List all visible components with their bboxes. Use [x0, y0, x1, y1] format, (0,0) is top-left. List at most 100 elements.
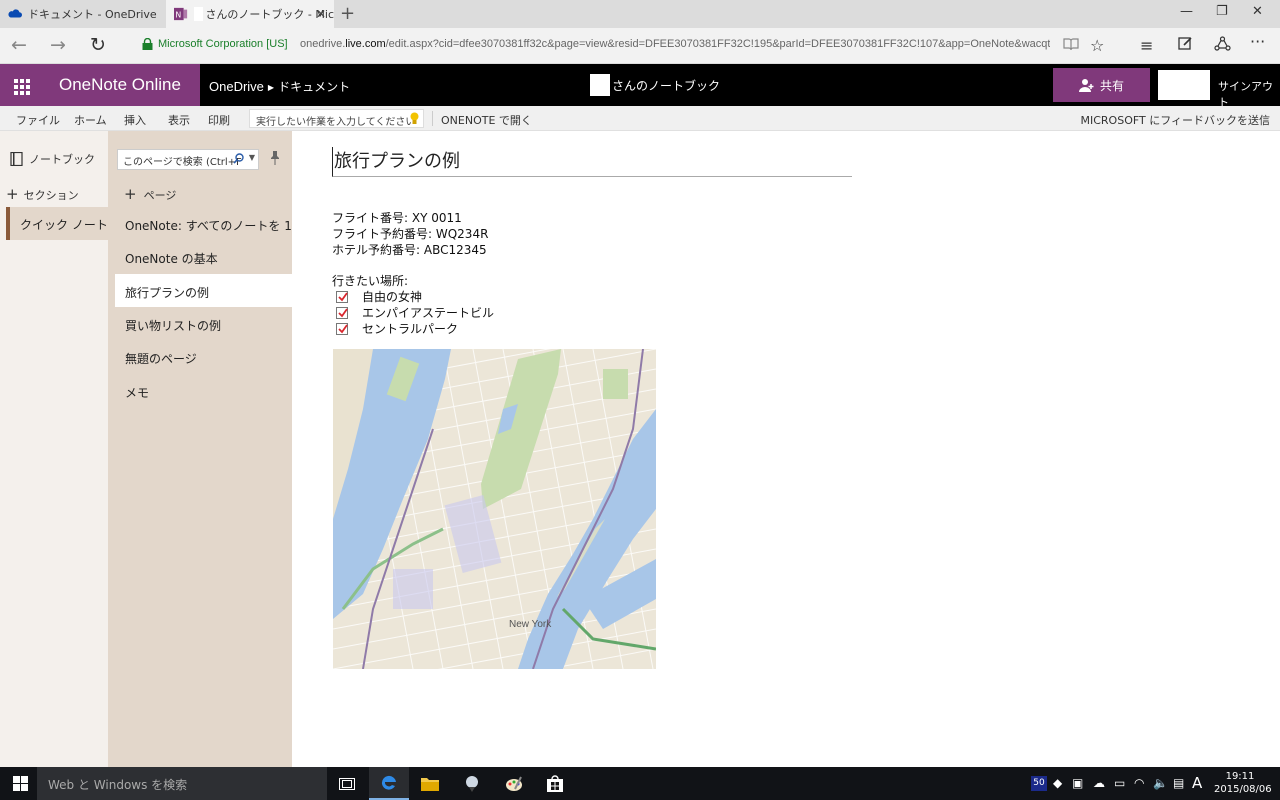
- tell-me-input[interactable]: 実行したい作業を入力してください: [249, 109, 424, 128]
- page-item-active[interactable]: 旅行プランの例: [115, 274, 292, 307]
- breadcrumb-onedrive[interactable]: OneDrive: [209, 79, 264, 94]
- flight-booking-number[interactable]: フライト予約番号: WQ234R: [332, 225, 488, 242]
- breadcrumb: OneDrive ▶ ドキュメント: [209, 78, 350, 95]
- ribbon: ファイル ホーム 挿入 表示 印刷 実行したい作業を入力してください ONENO…: [0, 106, 1280, 131]
- back-arrow-icon[interactable]: ←: [11, 34, 27, 56]
- new-york-map-image[interactable]: New York: [333, 349, 656, 669]
- windows-taskbar: Web と Windows を検索 50 ◆ ▣ ☁ ▭ ◠ 🔈 ▤ A 19:…: [0, 767, 1280, 800]
- new-tab-icon[interactable]: +: [340, 3, 355, 24]
- todo-item[interactable]: 自由の女神: [336, 288, 422, 305]
- todo-item[interactable]: セントラルパーク: [336, 320, 458, 337]
- notifications-icon[interactable]: ▤: [1173, 776, 1184, 790]
- refresh-icon[interactable]: ↻: [90, 34, 106, 56]
- tab-insert[interactable]: 挿入: [124, 112, 146, 128]
- feedback-link[interactable]: MICROSOFT にフィードバックを送信: [1081, 112, 1271, 128]
- page-item[interactable]: OneNote の基本: [115, 240, 292, 273]
- notebooks-button[interactable]: ノートブック: [10, 151, 95, 167]
- add-person-icon: [1078, 79, 1094, 92]
- section-quick-notes[interactable]: クイック ノート: [6, 207, 108, 240]
- checkmark-icon: [338, 323, 348, 333]
- todo-item[interactable]: エンパイアステートビル: [336, 304, 494, 321]
- open-in-onenote-button[interactable]: ONENOTE で開く: [441, 112, 532, 128]
- page-search-input[interactable]: このページで検索 (Ctrl+F ▼: [117, 149, 259, 170]
- notebook-pane: ノートブック + セクション クイック ノート: [0, 131, 108, 767]
- notebook-icon: [10, 152, 23, 166]
- add-section-label: セクション: [23, 189, 79, 202]
- battery-icon[interactable]: ▭: [1114, 776, 1125, 790]
- breadcrumb-chevron-icon: ▶: [267, 83, 275, 92]
- tab-title: さんのノートブック - Mic: [205, 8, 334, 21]
- lightbulb-icon: [410, 112, 419, 124]
- breadcrumb-documents[interactable]: ドキュメント: [278, 80, 350, 94]
- checkbox[interactable]: [336, 322, 348, 335]
- paint-app-icon[interactable]: [494, 767, 534, 800]
- favorite-star-icon[interactable]: ☆: [1090, 36, 1104, 55]
- browser-tab-onedrive[interactable]: ドキュメント - OneDrive: [0, 0, 166, 28]
- store-icon[interactable]: [535, 767, 575, 800]
- url-field[interactable]: onedrive.live.com/edit.aspx?cid=dfee3070…: [300, 38, 1050, 50]
- file-explorer-icon[interactable]: [410, 767, 450, 800]
- pin-icon[interactable]: [270, 151, 280, 165]
- clock[interactable]: 19:11 2015/08/06: [1214, 770, 1272, 796]
- tray-diamond-icon[interactable]: ◆: [1053, 776, 1062, 790]
- taskbar-search-input[interactable]: Web と Windows を検索: [37, 767, 327, 800]
- web-note-icon[interactable]: [1178, 36, 1193, 55]
- tab-file[interactable]: ファイル: [16, 112, 60, 128]
- more-icon[interactable]: ···: [1250, 32, 1265, 51]
- page-item[interactable]: 無題のページ: [115, 340, 292, 373]
- browser-tab-strip: ドキュメント - OneDrive N さんのノートブック - Mic ✕ + …: [0, 0, 1280, 28]
- onedrive-tray-icon[interactable]: ☁: [1093, 776, 1105, 790]
- wifi-icon[interactable]: ◠: [1134, 776, 1144, 790]
- page-item[interactable]: メモ: [115, 374, 292, 407]
- checkmark-icon: [338, 291, 348, 301]
- plus-icon: +: [124, 185, 137, 203]
- ime-indicator[interactable]: A: [1192, 774, 1202, 792]
- tray-badge-icon[interactable]: 50: [1031, 776, 1047, 791]
- tab-print[interactable]: 印刷: [208, 112, 230, 128]
- places-heading[interactable]: 行きたい場所:: [332, 272, 408, 289]
- page-title[interactable]: 旅行プランの例: [332, 147, 852, 177]
- tab-home[interactable]: ホーム: [74, 112, 107, 128]
- page-item[interactable]: 買い物リストの例: [115, 307, 292, 340]
- forward-arrow-icon[interactable]: →: [50, 34, 66, 56]
- task-view-icon[interactable]: [327, 767, 367, 800]
- restore-icon[interactable]: ❐: [1216, 4, 1228, 19]
- hub-icon[interactable]: ≡: [1140, 36, 1153, 55]
- add-section-button[interactable]: + セクション: [6, 185, 79, 203]
- page-canvas[interactable]: 旅行プランの例 フライト番号: XY 0011 フライト予約番号: WQ234R…: [292, 131, 1280, 767]
- onenote-header: OneNote Online OneDrive ▶ ドキュメント さんのノートブック…: [0, 64, 1280, 109]
- redacted-name: [194, 7, 204, 21]
- checkbox[interactable]: [336, 290, 348, 303]
- certificate-label[interactable]: Microsoft Corporation [US]: [158, 38, 288, 50]
- page-item[interactable]: OneNote: すべてのノートを 1 か所: [115, 207, 292, 240]
- browser-tab-onenote[interactable]: N さんのノートブック - Mic ✕: [166, 0, 334, 28]
- add-page-label: ページ: [143, 189, 177, 202]
- checkbox[interactable]: [336, 306, 348, 319]
- volume-mute-icon[interactable]: 🔈: [1153, 776, 1168, 790]
- reading-view-icon[interactable]: [1063, 36, 1079, 55]
- lock-icon: [142, 38, 153, 50]
- close-tab-icon[interactable]: ✕: [316, 7, 326, 21]
- app-launcher-icon[interactable]: [0, 64, 42, 106]
- windows-start-icon[interactable]: [13, 776, 28, 791]
- edge-browser-icon[interactable]: [369, 767, 409, 800]
- tab-view[interactable]: 表示: [168, 112, 190, 128]
- todo-label: セントラルパーク: [362, 322, 459, 336]
- add-page-button[interactable]: + ページ: [124, 185, 176, 203]
- tell-me-placeholder: 実行したい作業を入力してください: [256, 117, 416, 128]
- tray-app-icon[interactable]: ▣: [1072, 776, 1083, 790]
- close-window-icon[interactable]: ✕: [1252, 4, 1263, 19]
- clock-time: 19:11: [1225, 771, 1255, 782]
- hotel-booking-number[interactable]: ホテル予約番号: ABC12345: [332, 241, 487, 258]
- app-name[interactable]: OneNote Online: [42, 64, 200, 106]
- flight-number[interactable]: フライト番号: XY 0011: [332, 209, 462, 226]
- minimize-icon[interactable]: —: [1180, 4, 1193, 19]
- share-icon[interactable]: [1214, 36, 1231, 55]
- map-graphic: [333, 349, 656, 669]
- notebook-title: さんのノートブック: [590, 74, 720, 96]
- pinned-app-icon[interactable]: [452, 767, 492, 800]
- chevron-down-icon[interactable]: ▼: [249, 153, 255, 162]
- share-button[interactable]: 共有: [1053, 68, 1150, 102]
- notebook-title-text: さんのノートブック: [612, 78, 721, 93]
- map-label-new-york: New York: [509, 619, 552, 630]
